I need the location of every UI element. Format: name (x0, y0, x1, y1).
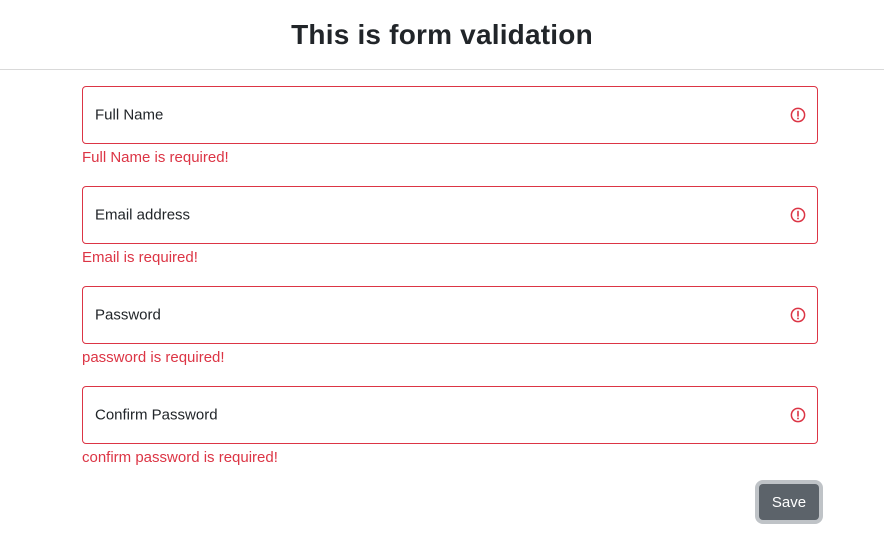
confirm-password-error: confirm password is required! (82, 449, 278, 466)
email-input[interactable] (83, 187, 817, 243)
save-button[interactable]: Save (759, 484, 819, 520)
password-field-group: Password password is required! (82, 286, 818, 366)
email-error: Email is required! (82, 249, 198, 266)
full-name-input[interactable] (83, 87, 817, 143)
page-header: This is form validation (0, 0, 884, 70)
email-field-group: Email address Email is required! (82, 186, 818, 266)
password-error: password is required! (82, 349, 225, 366)
confirm-password-input[interactable] (83, 387, 817, 443)
confirm-password-field[interactable]: Confirm Password (82, 386, 818, 444)
password-field[interactable]: Password (82, 286, 818, 344)
exclamation-circle-icon (790, 107, 806, 123)
email-field[interactable]: Email address (82, 186, 818, 244)
validation-form: Full Name Full Name is required! Email a… (82, 86, 819, 532)
exclamation-circle-icon (790, 207, 806, 223)
exclamation-circle-icon (790, 307, 806, 323)
full-name-error: Full Name is required! (82, 149, 229, 166)
password-input[interactable] (83, 287, 817, 343)
page-title: This is form validation (291, 18, 593, 50)
full-name-field[interactable]: Full Name (82, 86, 818, 144)
exclamation-circle-icon (790, 407, 806, 423)
full-name-field-group: Full Name Full Name is required! (82, 86, 818, 166)
form-actions: Save (82, 484, 819, 532)
confirm-password-field-group: Confirm Password confirm password is req… (82, 386, 818, 466)
